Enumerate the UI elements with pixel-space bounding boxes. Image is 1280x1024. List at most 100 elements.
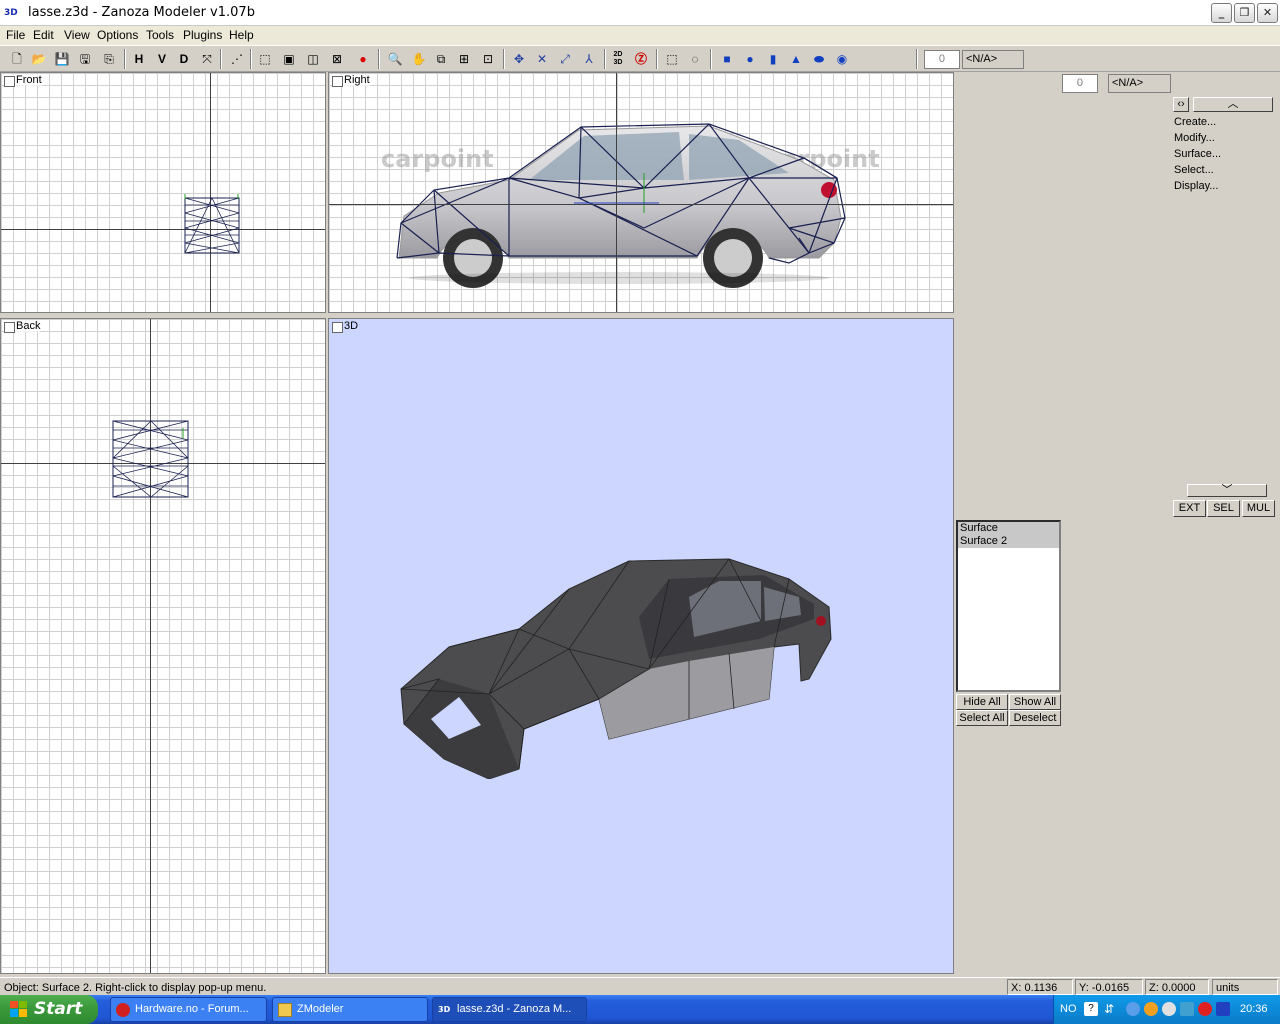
axes-icon[interactable]: ⅄ bbox=[580, 50, 598, 68]
system-tray: NO ? ⇵ 20:36 bbox=[1053, 995, 1280, 1024]
toolbar-spin-input[interactable]: 0 bbox=[924, 50, 960, 69]
save-as-icon[interactable]: 🖫 bbox=[76, 50, 94, 68]
viewport-back-label[interactable]: Back bbox=[4, 320, 41, 333]
list-item[interactable]: Surface bbox=[958, 522, 1059, 535]
front-wireframe bbox=[184, 194, 240, 254]
viewport-right-label[interactable]: Right bbox=[332, 74, 370, 87]
cmd-modify[interactable]: Modify... bbox=[1174, 132, 1215, 144]
panel-spin-input[interactable]: 0 bbox=[1062, 74, 1098, 93]
viewport-back[interactable]: Back bbox=[0, 318, 326, 974]
move-icon[interactable]: ✥ bbox=[510, 50, 528, 68]
pan-hand-icon[interactable]: ✋ bbox=[410, 50, 428, 68]
folder-icon bbox=[278, 1003, 292, 1017]
minimize-icon[interactable]: _ bbox=[1211, 3, 1232, 23]
scroll-up-icon[interactable]: ︿ bbox=[1193, 97, 1273, 112]
axis-d-button[interactable]: D bbox=[175, 50, 193, 68]
cube-wire-icon[interactable]: ⬚ bbox=[256, 50, 274, 68]
viewport-right[interactable]: Right carpoint carpoint bbox=[328, 72, 954, 313]
axis-v-button[interactable]: V bbox=[153, 50, 171, 68]
rotate-icon[interactable]: ✕ bbox=[533, 50, 551, 68]
cmd-create[interactable]: Create... bbox=[1174, 116, 1216, 128]
select-vertex-icon[interactable]: ⋰ bbox=[228, 50, 246, 68]
zoom-extents-icon[interactable]: ⧉ bbox=[432, 50, 450, 68]
zoom-views-icon[interactable]: ⊡ bbox=[479, 50, 497, 68]
hide-all-button[interactable]: Hide All bbox=[956, 694, 1008, 710]
panel-toggle-icon[interactable]: ‹› bbox=[1173, 97, 1189, 112]
toolbar: 🗋 📂 💾 🖫 ⎘ H V D ⤧ ⋰ ⬚ ▣ ◫ ⊠ ● 🔍 ✋ ⧉ ⊞ ⊡ … bbox=[0, 45, 1280, 72]
close-icon[interactable]: ✕ bbox=[1257, 3, 1278, 23]
status-y-coord: Y: -0.0165 bbox=[1075, 979, 1143, 995]
tray-msn-icon[interactable] bbox=[1162, 1002, 1176, 1016]
cmd-surface[interactable]: Surface... bbox=[1174, 148, 1221, 160]
title-bar: 3D lasse.z3d - Zanoza Modeler v1.07b _ ❐… bbox=[0, 0, 1280, 26]
mode-sel-button[interactable]: SEL bbox=[1207, 500, 1240, 517]
cmd-display[interactable]: Display... bbox=[1174, 180, 1218, 192]
create-disk-icon[interactable]: ◉ bbox=[833, 50, 851, 68]
create-box-icon[interactable]: ■ bbox=[718, 50, 736, 68]
toggle-2d3d-button[interactable]: 2D 3D bbox=[609, 50, 627, 68]
create-sphere-icon[interactable]: ● bbox=[741, 50, 759, 68]
open-file-icon[interactable]: 📂 bbox=[30, 50, 48, 68]
status-x-coord: X: 0.1136 bbox=[1007, 979, 1073, 995]
viewport-front[interactable]: Front bbox=[0, 72, 326, 313]
show-all-button[interactable]: Show All bbox=[1009, 694, 1061, 710]
task-zmodeler-folder[interactable]: ZModeler bbox=[272, 997, 428, 1022]
status-z-coord: Z: 0.0000 bbox=[1145, 979, 1209, 995]
export-icon[interactable]: ⎘ bbox=[100, 50, 118, 68]
menu-view[interactable]: View bbox=[64, 28, 90, 42]
start-button[interactable]: Start bbox=[0, 995, 98, 1024]
create-cylinder-icon[interactable]: ▮ bbox=[764, 50, 782, 68]
menu-tools[interactable]: Tools bbox=[146, 28, 174, 42]
select-circle-icon[interactable]: ◌ bbox=[686, 50, 704, 68]
mode-ext-button[interactable]: EXT bbox=[1173, 500, 1206, 517]
viewport-3d-label[interactable]: 3D bbox=[332, 320, 359, 333]
axis-h-button[interactable]: H bbox=[130, 50, 148, 68]
new-file-icon[interactable]: 🗋 bbox=[8, 50, 26, 68]
menu-help[interactable]: Help bbox=[229, 28, 254, 42]
deselect-button[interactable]: Deselect bbox=[1009, 710, 1061, 726]
menu-plugins[interactable]: Plugins bbox=[183, 28, 222, 42]
list-item[interactable]: Surface 2 bbox=[958, 535, 1059, 548]
mode-mul-button[interactable]: MUL bbox=[1242, 500, 1275, 517]
cube-smooth-icon[interactable]: ◫ bbox=[304, 50, 322, 68]
toolbar-value-field[interactable]: <N/A> bbox=[962, 50, 1024, 69]
save-icon[interactable]: 💾 bbox=[53, 50, 71, 68]
cube-textured-icon[interactable]: ⊠ bbox=[328, 50, 346, 68]
axis-pivot-icon[interactable]: ⤧ bbox=[198, 50, 216, 68]
tray-monitor-icon[interactable] bbox=[1216, 1002, 1230, 1016]
command-panel: 0 <N/A> ‹› ︿ Create... Modify... Surface… bbox=[955, 72, 1280, 976]
viewport-3d[interactable]: 3D bbox=[328, 318, 954, 974]
opera-icon bbox=[116, 1003, 130, 1017]
menu-edit[interactable]: Edit bbox=[33, 28, 54, 42]
zoom-icon[interactable]: 🔍 bbox=[386, 50, 404, 68]
tray-bluetooth-icon[interactable] bbox=[1180, 1002, 1194, 1016]
sphere-render-icon[interactable]: ● bbox=[354, 50, 372, 68]
network-icon[interactable]: ⇵ bbox=[1104, 1002, 1118, 1016]
create-torus-icon[interactable]: ⬬ bbox=[810, 50, 828, 68]
window-title: lasse.z3d - Zanoza Modeler v1.07b bbox=[28, 5, 255, 20]
cmd-select[interactable]: Select... bbox=[1174, 164, 1214, 176]
help-icon[interactable]: ? bbox=[1084, 1002, 1098, 1016]
cube-flat-icon[interactable]: ▣ bbox=[280, 50, 298, 68]
task-hardware-forum[interactable]: Hardware.no - Forum... bbox=[110, 997, 267, 1022]
create-cone-icon[interactable]: ▲ bbox=[787, 50, 805, 68]
menu-options[interactable]: Options bbox=[97, 28, 138, 42]
menu-file[interactable]: File bbox=[6, 28, 25, 42]
tray-app-icon[interactable] bbox=[1144, 1002, 1158, 1016]
scroll-down-icon[interactable]: ﹀ bbox=[1187, 484, 1267, 497]
tray-security-icon[interactable] bbox=[1198, 1002, 1212, 1016]
task-zanoza-modeler[interactable]: 3D lasse.z3d - Zanoza M... bbox=[432, 997, 587, 1022]
tray-arrow-icon[interactable] bbox=[1126, 1002, 1140, 1016]
surface-list[interactable]: Surface Surface 2 bbox=[956, 520, 1061, 692]
status-bar: Object: Surface 2. Right-click to displa… bbox=[0, 977, 1280, 995]
zoom-all-icon[interactable]: ⊞ bbox=[455, 50, 473, 68]
language-indicator[interactable]: NO bbox=[1060, 1003, 1077, 1015]
select-all-button[interactable]: Select All bbox=[956, 710, 1008, 726]
restore-icon[interactable]: ❐ bbox=[1234, 3, 1255, 23]
status-units: units bbox=[1212, 979, 1278, 995]
zmodeler-z-icon[interactable]: Ⓩ bbox=[632, 50, 650, 68]
scale-icon[interactable]: ⤢ bbox=[556, 50, 574, 68]
viewport-front-label[interactable]: Front bbox=[4, 74, 42, 87]
select-rect-icon[interactable]: ⬚ bbox=[663, 50, 681, 68]
panel-value-field[interactable]: <N/A> bbox=[1108, 74, 1171, 93]
